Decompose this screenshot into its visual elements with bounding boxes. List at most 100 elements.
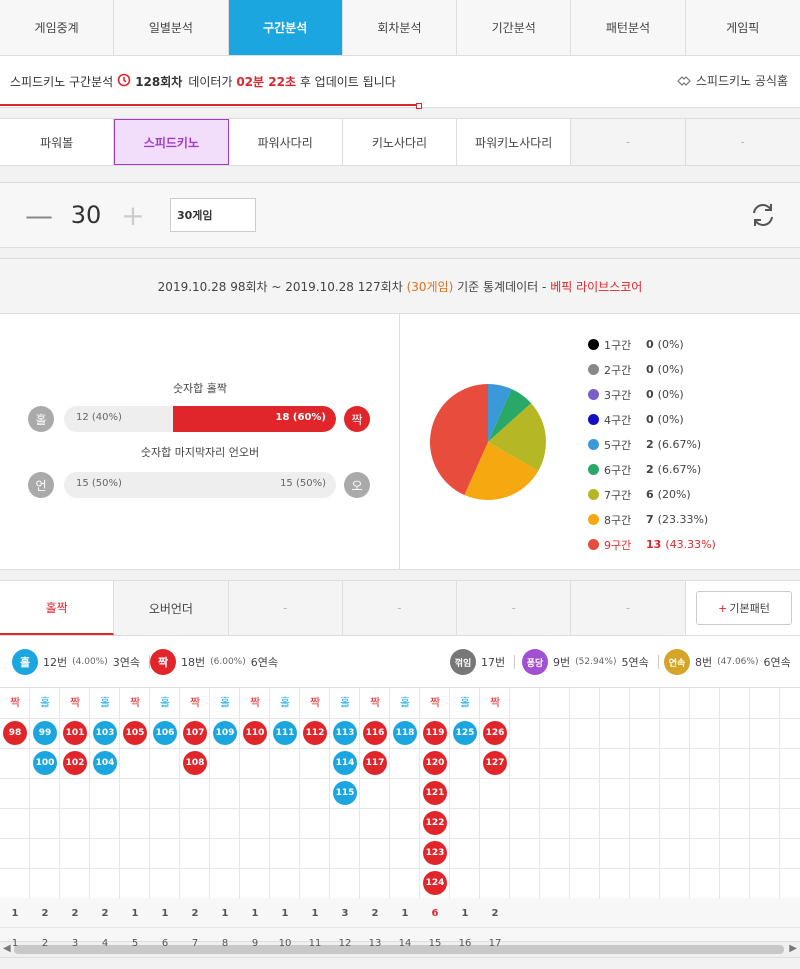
round-ball: 98 [3,721,27,745]
round-ball: 111 [273,721,297,745]
pattern-tab-empty: - [457,581,572,635]
round-ball: 101 [63,721,87,745]
column-header: 짝 [369,696,381,709]
legend-dot [588,364,599,375]
column-header: 홀 [279,696,291,709]
game-tab-powerball[interactable]: 파워볼 [0,119,115,165]
column-header: 짝 [129,696,141,709]
legend-percent: (20%) [657,488,691,501]
scroll-right-icon[interactable]: ▶ [789,943,797,954]
column-count: 1 [251,908,259,919]
stats-range: 2019.10.28 98회차 ~ 2019.10.28 127회차 [157,279,403,294]
tab-period[interactable]: 기간분석 [457,0,572,55]
odd-value: 12 (40%) [76,412,122,423]
column-index: 12 [338,938,352,949]
column-count: 2 [101,908,109,919]
column-index: 4 [101,938,109,949]
notice-prefix: 스피드키노 구간분석 [10,75,114,89]
column-count: 1 [281,908,289,919]
column-count: 2 [71,908,79,919]
tab-section[interactable]: 구간분석 [228,0,343,55]
column-header: 짝 [309,696,321,709]
column-count: 1 [131,908,139,919]
column-index: 3 [71,938,79,949]
legend-item: 7구간 6 (20%) [588,482,716,507]
round-ball: 112 [303,721,327,745]
legend-percent: (0%) [657,413,684,426]
game-tab-powerladder[interactable]: 파워사다리 [229,119,343,165]
column-index: 1 [11,938,19,949]
game-tab-kenoladder[interactable]: 키노사다리 [343,119,458,165]
refresh-icon[interactable] [748,200,778,230]
bounce-pct: (52.94%) [575,657,617,667]
continuous-summary: 연속 8번 (47.06%) 6연속 [664,649,791,675]
legend-dot [588,514,599,525]
stats-brand[interactable]: 베픽 라이브스코어 [550,278,642,295]
legend-label: 8구간 [604,513,632,527]
round-ball: 124 [423,871,447,895]
stats-panel: 숫자합 홀짝 홀 12 (40%) 18 (60%) 짝 숫자합 마지막자리 언… [0,314,800,570]
page: 게임중계 일별분석 구간분석 회차분석 기간분석 패턴분석 게임픽 스피드키노 … [0,0,800,969]
pattern-grid[interactable]: ◀ ▶ 짝 98 1 1 홀 99 100 2 2 짝 101 102 2 3 홀 103 104 2 4 짝 105 1… [0,688,800,958]
round-ball: 121 [423,781,447,805]
round-ball: 109 [213,721,237,745]
tab-live[interactable]: 게임중계 [0,0,115,55]
tab-pick[interactable]: 게임픽 [686,0,800,55]
odd-even-title: 숫자합 홀짝 [172,382,228,395]
even-streak: 6연속 [250,656,278,669]
game-tab-empty: - [571,119,686,165]
legend-label: 2구간 [604,363,632,377]
column-index: 11 [308,938,322,949]
continuous-pct: (47.06%) [717,657,759,667]
official-home-link[interactable]: 스피드키노 공식홈 [676,72,788,89]
update-notice: 스피드키노 구간분석 128회차 데이터가 02분 22초 후 업데이트 됩니다… [0,56,800,109]
round-ball: 107 [183,721,207,745]
tab-round[interactable]: 회차분석 [343,0,458,55]
tab-pattern[interactable]: 패턴분석 [571,0,686,55]
under-over-bar: 15 (50%) 15 (50%) [64,472,336,498]
continuous-streak: 6연속 [763,656,791,669]
legend-count: 2 [646,463,654,476]
round-ball: 106 [153,721,177,745]
stats-range-header: 2019.10.28 98회차 ~ 2019.10.28 127회차 (30게임… [0,258,800,314]
even-value: 18 (60%) [275,412,326,423]
legend-label: 1구간 [604,338,632,352]
column-header: 짝 [249,696,261,709]
legend-label: 7구간 [604,488,632,502]
break-badge-icon: 꺾임 [450,649,476,675]
game-count-select[interactable]: 30게임 [170,198,256,232]
legend-item: 4구간 0 (0%) [588,407,716,432]
odd-even-bar: 12 (40%) 18 (60%) [64,406,336,432]
pattern-tab-odd-even[interactable]: 홀짝 [0,581,115,635]
column-count: 1 [461,908,469,919]
basic-pattern-button[interactable]: + 기본패턴 [696,591,792,625]
pattern-summary: 홀 12번 (4.00%) 3연속 짝 18번 (6.00%) 6연속 꺾임 1… [0,636,800,688]
column-header: 짝 [489,696,501,709]
even-summary: 짝 18번 (6.00%) 6연속 [150,649,278,675]
grid-line [0,778,800,779]
legend-count: 7 [646,513,654,526]
divider [514,655,516,669]
game-tab-speedkeno[interactable]: 스피드키노 [114,119,229,165]
column-index: 9 [251,938,259,949]
game-nav: 파워볼 스피드키노 파워사다리 키노사다리 파워키노사다리 - - [0,118,800,166]
under-over-title: 숫자합 마지막자리 언오버 [140,446,260,459]
column-index: 15 [428,938,442,949]
legend-percent: (0%) [657,363,684,376]
odd-even-bar-row: 홀 12 (40%) 18 (60%) 짝 [28,406,374,432]
increase-button[interactable]: + [118,199,148,232]
grid-line [0,718,800,719]
decrease-button[interactable]: — [24,199,54,232]
game-tab-powerkenoladder[interactable]: 파워키노사다리 [457,119,572,165]
column-index: 6 [161,938,169,949]
round-ball: 104 [93,751,117,775]
column-index: 16 [458,938,472,949]
main-nav: 게임중계 일별분석 구간분석 회차분석 기간분석 패턴분석 게임픽 [0,0,800,56]
round-ball: 120 [423,751,447,775]
game-count-value: 30 [70,201,102,229]
legend-percent: (6.67%) [657,463,702,476]
tab-daily[interactable]: 일별분석 [114,0,229,55]
pattern-tab-over-under[interactable]: 오버언더 [114,581,229,635]
under-over-bar-row: 언 15 (50%) 15 (50%) 오 [28,472,374,498]
pattern-tab-empty: - [228,581,343,635]
